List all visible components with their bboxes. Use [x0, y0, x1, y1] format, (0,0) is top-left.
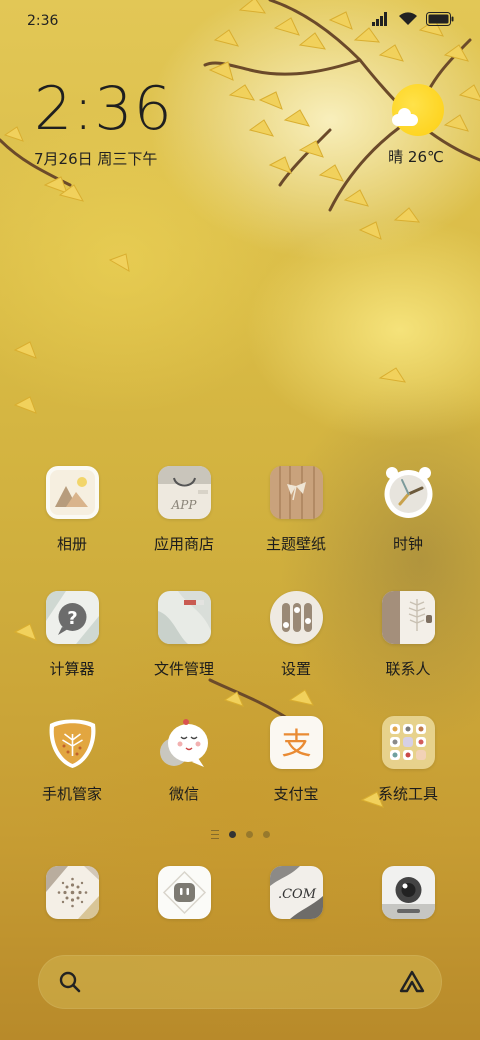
weather-widget[interactable]: 晴 26℃	[386, 84, 446, 174]
app-phone-manager[interactable]: 手机管家	[17, 716, 127, 841]
app-label: 文件管理	[153, 660, 214, 678]
settings-icon	[269, 591, 323, 644]
browser-text: .COM	[277, 887, 316, 902]
app-label: 计算器	[49, 660, 95, 678]
app-label: 支付宝	[273, 785, 319, 803]
page-dot	[262, 831, 270, 838]
cloud-icon	[392, 108, 418, 126]
app-label: 微信	[168, 785, 199, 803]
status-time: 2:36	[27, 13, 59, 29]
folder-system-tools[interactable]: 系统工具	[353, 716, 463, 841]
app-file-manager[interactable]: 文件管理	[129, 591, 239, 716]
page-indicator[interactable]	[0, 830, 480, 839]
app-label: 联系人	[385, 660, 431, 678]
app-label: 系统工具	[377, 785, 438, 803]
clock-date: 7月26日 周三下午	[34, 150, 158, 168]
clock-icon	[382, 466, 435, 519]
camera-icon	[381, 866, 435, 919]
app-contacts[interactable]: 联系人	[353, 591, 463, 716]
app-settings[interactable]: 设置	[241, 591, 351, 716]
dock-messages[interactable]	[129, 866, 239, 919]
gallery-icon	[45, 466, 99, 519]
search-icon	[59, 971, 81, 993]
app-label: 时钟	[392, 535, 423, 553]
alipay-text: 支	[281, 727, 311, 762]
app-grid: 相册 APP 应用商店 主题壁纸 时钟 ? 计算器 文件管理 设置 联系人 手机…	[17, 466, 463, 841]
clock-widget[interactable]: 2:36 7月26日 周三下午	[34, 78, 173, 169]
app-calculator[interactable]: ? 计算器	[17, 591, 127, 716]
app-label: 相册	[56, 535, 87, 553]
app-store-text: APP	[170, 498, 197, 512]
weather-text: 晴 26℃	[388, 148, 444, 166]
wechat-icon	[158, 716, 211, 769]
battery-icon	[426, 12, 454, 26]
browser-icon: .COM	[269, 866, 323, 919]
calculator-text: ?	[67, 608, 77, 629]
app-themes[interactable]: 主题壁纸	[241, 466, 351, 591]
dock-browser[interactable]: .COM	[241, 866, 351, 919]
app-clock[interactable]: 时钟	[353, 466, 463, 591]
dock: .COM	[17, 866, 463, 919]
dock-camera[interactable]	[353, 866, 463, 919]
app-label: 设置	[280, 660, 311, 678]
wifi-icon	[399, 12, 417, 25]
file-manager-icon	[157, 591, 211, 644]
security-icon	[46, 716, 99, 769]
phone-dialer-icon	[45, 866, 99, 919]
clock-time: 2:36	[34, 74, 173, 144]
messages-icon	[157, 866, 211, 919]
calculator-icon: ?	[45, 591, 99, 644]
page-dot-active	[228, 831, 236, 838]
app-label: 主题壁纸	[265, 535, 326, 553]
app-label: 手机管家	[41, 785, 102, 803]
page-dot	[245, 831, 253, 838]
app-gallery[interactable]: 相册	[17, 466, 127, 591]
app-alipay[interactable]: 支 支付宝	[241, 716, 351, 841]
search-bar[interactable]	[38, 955, 442, 1009]
alipay-icon: 支	[269, 716, 323, 769]
signal-icon	[372, 12, 387, 26]
dock-phone[interactable]	[17, 866, 127, 919]
page-list-icon	[210, 830, 219, 839]
app-wechat[interactable]: 微信	[129, 716, 239, 841]
system-tools-folder-icon	[381, 716, 435, 769]
app-label: 应用商店	[153, 535, 214, 553]
app-store-icon: APP	[157, 466, 211, 519]
app-app-store[interactable]: APP 应用商店	[129, 466, 239, 591]
status-bar: 2:36	[0, 0, 480, 42]
contacts-icon	[381, 591, 435, 644]
assistant-icon[interactable]	[398, 969, 426, 995]
themes-icon	[269, 466, 323, 519]
